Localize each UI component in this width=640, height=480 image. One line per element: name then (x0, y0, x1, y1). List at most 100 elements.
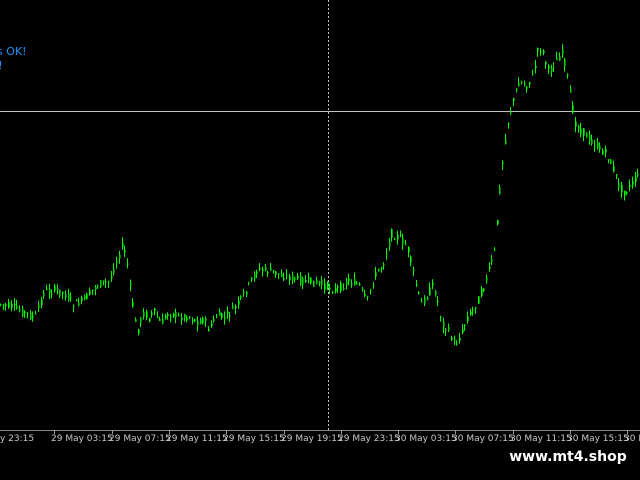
candle-body (437, 300, 439, 302)
candle-body (175, 312, 177, 318)
candlestick (489, 262, 491, 272)
candlestick (316, 276, 318, 285)
candlestick (213, 315, 215, 323)
candle-body (624, 190, 626, 196)
candlestick (302, 276, 304, 289)
candle-body (348, 278, 350, 281)
candlestick (629, 179, 631, 192)
candle-body (580, 128, 582, 134)
candlestick (418, 291, 420, 295)
candlestick (281, 269, 283, 277)
candle-body (316, 280, 318, 284)
candle-body (116, 261, 118, 264)
time-axis-label: 29 May 19:15 (281, 434, 343, 444)
candle-body (51, 293, 53, 295)
candlestick (613, 160, 615, 173)
candlestick (192, 317, 194, 325)
candlestick (580, 122, 582, 138)
candlestick (329, 283, 331, 295)
candle-body (470, 311, 472, 315)
candlestick (572, 101, 574, 114)
candlestick (19, 305, 21, 313)
candlestick (149, 317, 151, 323)
candle-body (297, 275, 299, 279)
candle-body (0, 304, 2, 306)
candlestick (54, 283, 56, 293)
candle-body (22, 308, 24, 316)
candle-body (151, 312, 153, 315)
status-message-2: K! (0, 59, 3, 72)
candle-body (332, 292, 334, 294)
candlestick (564, 57, 566, 72)
candle-body (165, 315, 167, 319)
candle-body (200, 320, 202, 324)
chart-window[interactable]: is OK! K! y 23:15 29 May 03:1529 May 07:1… (0, 0, 640, 450)
candlestick (238, 296, 240, 309)
candle-body (424, 297, 426, 304)
candle-body (548, 65, 550, 69)
candle-body (618, 182, 620, 188)
time-axis-label: 30 May 03:15 (395, 434, 457, 444)
candle-body (181, 317, 183, 321)
candle-body (608, 159, 610, 161)
candle-body (267, 272, 269, 273)
candle-body (637, 173, 639, 176)
candle-body (89, 290, 91, 295)
candlestick (529, 81, 531, 88)
candle-body (610, 159, 612, 164)
candlestick (367, 295, 369, 301)
candlestick (559, 52, 561, 61)
candle-body (559, 56, 561, 61)
candle-body (416, 284, 418, 286)
candlestick (470, 308, 472, 316)
candle-body (281, 274, 283, 277)
price-chart-canvas[interactable] (0, 0, 640, 430)
candle-body (373, 284, 375, 286)
candlestick-series (0, 44, 639, 346)
candle-body (3, 304, 5, 306)
candle-body (162, 318, 164, 324)
candlestick (170, 313, 172, 323)
candle-body (378, 268, 380, 271)
candlestick (467, 311, 469, 324)
candlestick (300, 272, 302, 286)
candlestick (456, 340, 458, 346)
candle-body (302, 278, 304, 285)
candlestick (478, 295, 480, 304)
candle-body (494, 249, 496, 251)
candlestick (32, 311, 34, 322)
candle-body (283, 278, 285, 280)
candlestick (5, 302, 7, 311)
candlestick (24, 310, 26, 318)
candle-body (567, 74, 569, 76)
candlestick (556, 51, 558, 61)
candle-body (122, 243, 124, 247)
candle-body (27, 312, 29, 314)
candlestick (173, 312, 175, 319)
candle-body (35, 313, 37, 315)
candlestick (113, 263, 115, 276)
candlestick (459, 333, 461, 344)
candlestick (502, 160, 504, 170)
candlestick (386, 248, 388, 260)
candle-body (589, 135, 591, 141)
candle-body (197, 320, 199, 326)
candlestick (248, 281, 250, 286)
candlestick (95, 285, 97, 296)
candlestick (86, 292, 88, 300)
candle-body (251, 277, 253, 280)
candlestick (184, 313, 186, 322)
candlestick (76, 299, 78, 302)
candlestick (543, 49, 545, 56)
candlestick (235, 304, 237, 315)
candle-body (499, 187, 501, 194)
candle-body (508, 122, 510, 124)
candle-body (49, 288, 51, 294)
candlestick (151, 310, 153, 318)
candle-body (119, 254, 121, 259)
candle-body (586, 133, 588, 138)
candle-body (505, 139, 507, 144)
candlestick (283, 272, 285, 281)
candlestick (319, 280, 321, 287)
candlestick (637, 168, 639, 178)
